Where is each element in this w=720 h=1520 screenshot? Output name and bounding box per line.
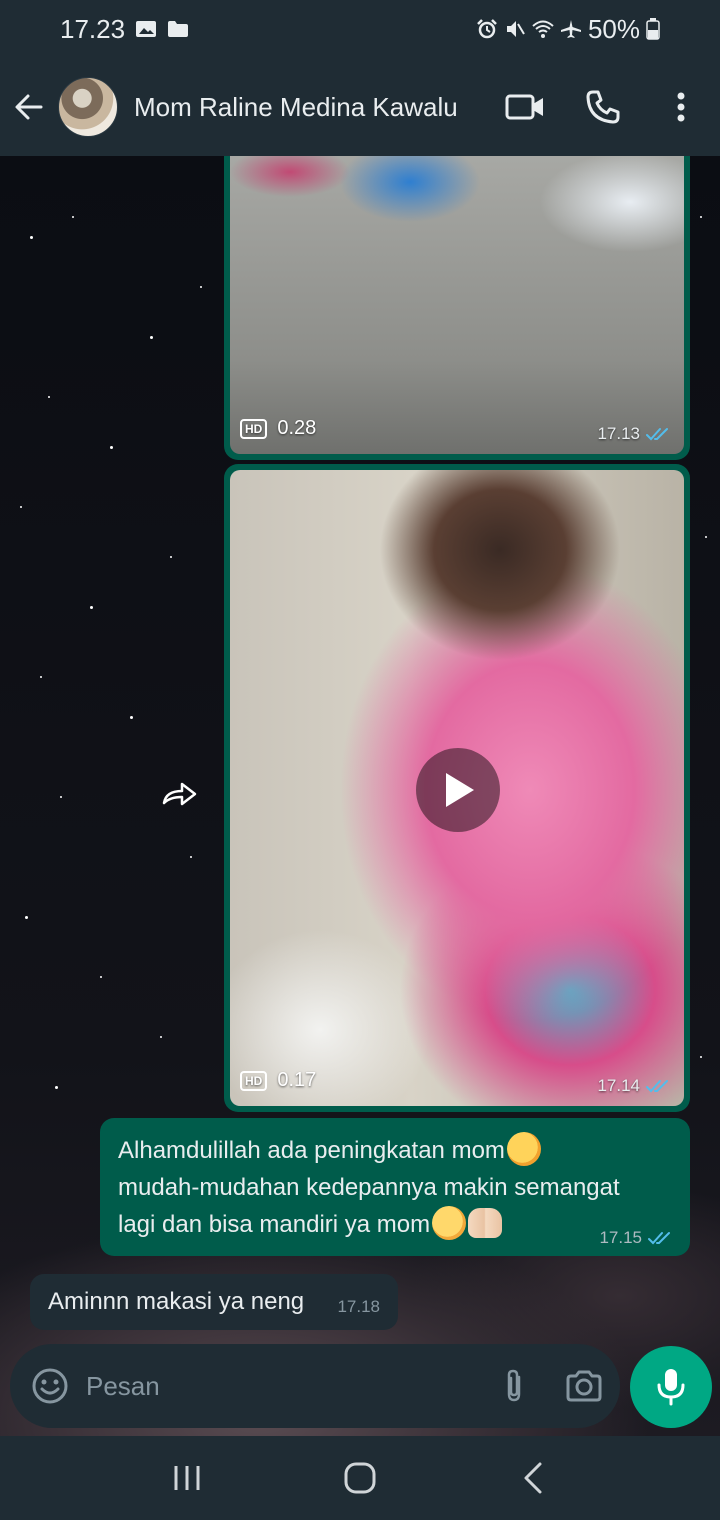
phone-icon	[586, 90, 620, 124]
video-message[interactable]: HD 0.17 17.14	[224, 464, 690, 1112]
mute-icon	[506, 21, 525, 37]
message-time: 17.13	[597, 424, 640, 443]
gallery-icon	[136, 21, 157, 37]
play-icon	[446, 773, 474, 807]
message-time: 17.15	[599, 1228, 642, 1247]
message-meta: 17.15	[599, 1228, 674, 1248]
status-bar: 17.23 50%	[0, 0, 720, 58]
play-button[interactable]	[416, 748, 500, 832]
outgoing-text-message[interactable]: Alhamdulillah ada peningkatan mom mudah-…	[100, 1118, 690, 1256]
video-thumbnail[interactable]: HD 0.17 17.14	[230, 470, 684, 1106]
hd-badge: HD	[240, 418, 268, 439]
chat-header: Mom Raline Medina Kawalu	[0, 58, 720, 156]
status-time: 17.23	[60, 13, 126, 44]
message-text: Alhamdulillah ada peningkatan mom mudah-…	[118, 1131, 674, 1243]
more-options-button[interactable]	[642, 58, 720, 156]
message-line: mudah-mudahan kedepannya makin semangat	[118, 1174, 620, 1201]
contact-avatar[interactable]	[58, 77, 118, 137]
message-time: 17.14	[597, 1076, 640, 1095]
double-check-icon	[648, 1232, 670, 1245]
video-duration: 0.17	[277, 1069, 317, 1091]
forward-button[interactable]	[158, 772, 202, 816]
battery-icon	[646, 18, 660, 40]
home-icon	[344, 1462, 376, 1494]
alarm-icon	[477, 19, 497, 39]
message-composer	[10, 1344, 620, 1428]
back-chevron-icon	[524, 1462, 542, 1494]
video-message[interactable]: HD 0.28 17.13	[224, 156, 690, 460]
double-check-icon	[646, 428, 668, 441]
incoming-text-message[interactable]: Aminnn makasi ya neng 17.18	[30, 1274, 398, 1330]
contact-name[interactable]: Mom Raline Medina Kawalu	[134, 92, 458, 123]
palms-up-emoji	[468, 1207, 503, 1238]
message-meta: 17.13	[597, 424, 672, 444]
recent-apps-button[interactable]	[142, 1436, 232, 1520]
video-call-button[interactable]	[486, 58, 564, 156]
camera-button[interactable]	[560, 1362, 608, 1410]
smiling-face-with-hearts-emoji	[506, 1131, 541, 1166]
mic-icon	[657, 1369, 685, 1406]
wifi-icon	[532, 20, 554, 38]
attach-icon	[507, 1369, 521, 1402]
video-duration: 0.28	[277, 417, 317, 439]
airplane-icon	[560, 20, 581, 38]
smiling-face-emoji	[432, 1205, 467, 1240]
back-button[interactable]	[0, 58, 58, 156]
system-nav-bar	[0, 1436, 720, 1520]
voice-call-button[interactable]	[564, 58, 642, 156]
back-nav-button[interactable]	[488, 1436, 578, 1520]
chat-area[interactable]: HD 0.28 17.13 HD 0.17 17.14 Alhamdulilla…	[0, 156, 720, 1436]
video-thumbnail[interactable]: HD 0.28 17.13	[230, 156, 684, 454]
message-time: 17.18	[337, 1297, 380, 1316]
message-input[interactable]	[74, 1356, 490, 1416]
forward-icon	[162, 782, 197, 806]
home-button[interactable]	[315, 1436, 405, 1520]
more-vert-icon	[677, 92, 685, 122]
message-text: Aminnn makasi ya neng	[48, 1288, 305, 1315]
battery-level: 50%	[587, 13, 640, 44]
video-info: HD 0.28	[240, 417, 316, 440]
message-line: Alhamdulillah ada peningkatan mom	[118, 1137, 505, 1164]
recents-icon	[174, 1466, 200, 1490]
emoji-icon	[32, 1368, 68, 1404]
back-arrow-icon	[15, 94, 43, 120]
video-call-icon	[505, 94, 543, 120]
attach-button[interactable]	[490, 1362, 538, 1410]
voice-message-button[interactable]	[630, 1346, 712, 1428]
message-meta: 17.14	[597, 1076, 672, 1096]
hd-badge: HD	[240, 1070, 268, 1091]
video-info: HD 0.17	[240, 1069, 316, 1092]
message-line: lagi dan bisa mandiri ya mom	[118, 1211, 431, 1238]
double-check-icon	[646, 1080, 668, 1093]
camera-icon	[566, 1370, 602, 1402]
folder-icon	[168, 21, 189, 37]
emoji-button[interactable]	[26, 1362, 74, 1410]
